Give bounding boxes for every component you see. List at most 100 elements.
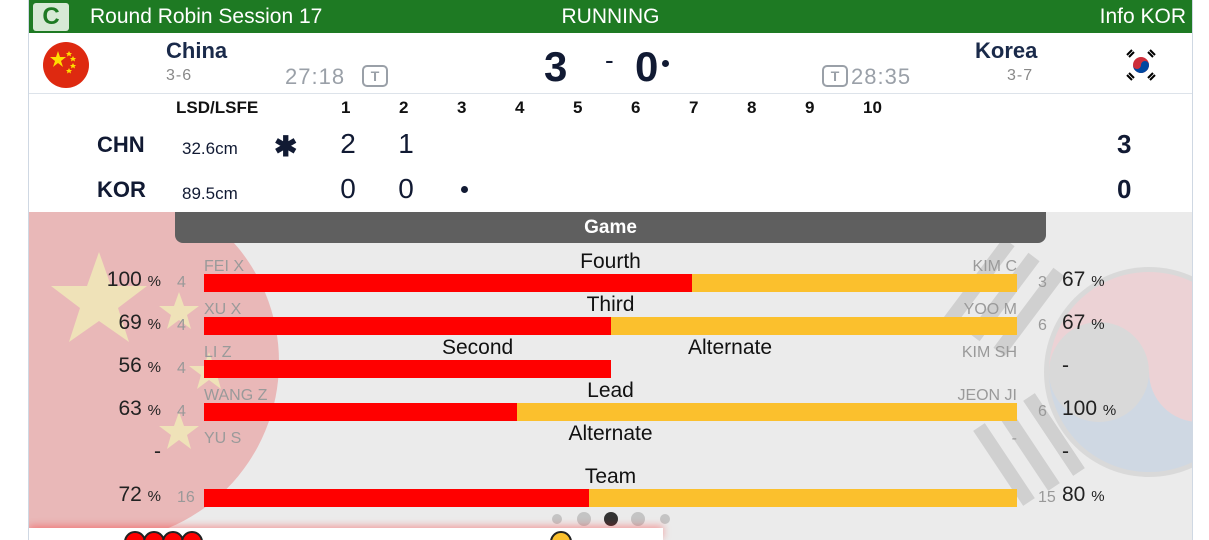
end-number-6: 6 [631, 98, 641, 117]
away-share-bar [611, 317, 1017, 335]
lsfe-icon: ✱ [274, 131, 298, 162]
header-bar: C Round Robin Session 17 RUNNING Info KO… [29, 0, 1192, 33]
score-separator: - [605, 45, 614, 75]
percent-unit: % [147, 402, 161, 419]
away-total: 0 [1117, 174, 1132, 204]
percentage-value: 56 [118, 354, 142, 377]
home-clock: 27:18 [285, 64, 346, 89]
home-percentage: 72 % [71, 483, 161, 507]
away-timeout-icon: T [822, 65, 848, 87]
percentage-value: 100 [1062, 397, 1098, 420]
away-percentage: 80 % [1062, 483, 1142, 507]
lsd-header: LSD/LSFE [176, 98, 259, 117]
home-percentage: 56 % [71, 354, 161, 378]
end-number-8: 8 [747, 98, 757, 117]
away-percentage: - [1062, 440, 1142, 464]
home-percentage: 100 % [71, 268, 161, 292]
away-lsd: 89.5cm [182, 184, 238, 203]
end-number-10: 10 [863, 98, 882, 117]
position-alt-label: Alternate [688, 336, 773, 359]
away-share-bar [692, 274, 1017, 292]
percentage-value: 72 [118, 483, 142, 506]
away-shot-count: 6 [1038, 403, 1047, 420]
percent-unit: % [147, 488, 161, 505]
away-percentage: 100 % [1062, 397, 1142, 421]
home-lsd: 32.6cm [182, 139, 238, 158]
home-share-bar [204, 489, 589, 507]
end-number-1: 1 [341, 98, 351, 117]
player-name-away: KIM SH [961, 344, 1017, 361]
away-share-bar [589, 489, 1017, 507]
end-number-3: 3 [457, 98, 467, 117]
percent-unit: % [1091, 273, 1105, 290]
pager-dot-4[interactable] [631, 512, 645, 526]
position-label: Team [584, 465, 637, 488]
percentage-value: 63 [118, 397, 142, 420]
away-team-name: Korea [975, 38, 1038, 63]
percent-unit: % [1091, 316, 1105, 333]
away-share-bar [517, 403, 1017, 421]
home-share-bar [204, 317, 611, 335]
end-number-2: 2 [399, 98, 409, 117]
percentage-value: 100 [106, 268, 142, 291]
away-percentage: - [1062, 354, 1142, 378]
percent-unit: % [147, 273, 161, 290]
home-shot-count: 4 [177, 403, 186, 420]
away-end-2: 0 [398, 173, 414, 204]
home-shot-count: 4 [177, 360, 186, 377]
end-number-4: 4 [515, 98, 525, 117]
percentage-value: - [154, 440, 161, 463]
game-status: RUNNING [561, 5, 660, 28]
home-end-1: 2 [340, 128, 356, 159]
hammer-indicator [662, 60, 669, 67]
away-shot-count: 15 [1038, 489, 1056, 506]
percent-unit: % [1102, 402, 1117, 419]
percentage-value: - [1062, 440, 1069, 463]
home-team-name: China [166, 38, 228, 63]
percent-unit: % [147, 359, 161, 376]
away-team-record: 3-7 [1007, 67, 1034, 84]
away-percentage: 67 % [1062, 268, 1142, 292]
home-total: 3 [1117, 129, 1132, 159]
home-timeout-icon: T [362, 65, 388, 87]
home-percentage: 69 % [71, 311, 161, 335]
percentage-value: 69 [118, 311, 142, 334]
percent-unit: % [1091, 488, 1105, 505]
game-tab-header[interactable]: Game [175, 212, 1046, 243]
home-shot-count: 4 [177, 317, 186, 334]
player-name-away: - [1011, 430, 1017, 447]
away-end-1: 0 [340, 173, 356, 204]
home-share-bar [204, 403, 517, 421]
position-label: Second [442, 336, 514, 359]
scoreboard-frame: C Round Robin Session 17 RUNNING Info KO… [28, 0, 1193, 540]
home-shot-count: 4 [177, 274, 186, 291]
home-team-record: 3-6 [166, 67, 193, 84]
pager-dot-3[interactable] [604, 512, 618, 526]
away-score: 0 [635, 43, 659, 90]
china-flag-icon [43, 42, 89, 88]
home-percentage: 63 % [71, 397, 161, 421]
pager-dot-2[interactable] [577, 512, 591, 526]
divider [29, 93, 1192, 94]
home-end-2: 1 [398, 128, 414, 159]
away-code: KOR [97, 177, 146, 202]
percent-unit: % [147, 316, 161, 333]
home-code: CHN [97, 132, 145, 157]
hammer-indicator [461, 186, 468, 193]
info-button[interactable]: Info KOR [1100, 5, 1186, 29]
percentage-value: 67 [1062, 268, 1086, 291]
percentage-value: 67 [1062, 311, 1086, 334]
home-score: 3 [544, 43, 568, 90]
away-clock: 28:35 [851, 64, 912, 89]
home-percentage: - [71, 440, 161, 464]
away-shot-count: 3 [1038, 274, 1047, 291]
home-share-bar [204, 274, 692, 292]
away-percentage: 67 % [1062, 311, 1142, 335]
pager-dot-5[interactable] [660, 514, 670, 524]
end-number-5: 5 [573, 98, 583, 117]
pager-dot-1[interactable] [552, 514, 562, 524]
player-name-home: YU S [204, 430, 242, 447]
home-shot-count: 16 [177, 489, 195, 506]
home-share-bar [204, 360, 611, 378]
end-number-9: 9 [805, 98, 815, 117]
